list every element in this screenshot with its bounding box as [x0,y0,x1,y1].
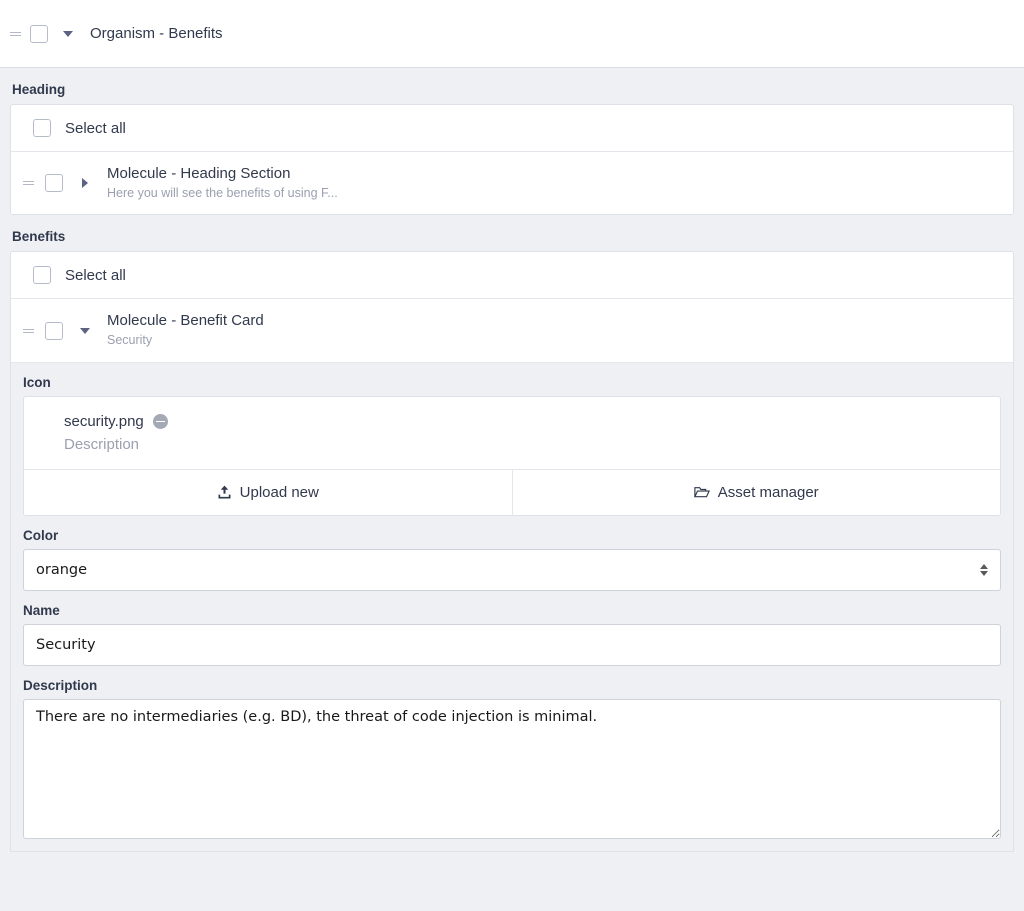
list-item-title: Molecule - Benefit Card [107,312,264,330]
chevron-right-icon[interactable] [75,173,95,193]
select-all-label-heading: Select all [65,119,126,137]
list-item[interactable]: Molecule - Heading Section Here you will… [11,152,1013,215]
asset-actions: Upload new Asset manager [24,468,1000,515]
list-item-title: Molecule - Heading Section [107,165,291,182]
select-all-label-benefits: Select all [65,266,126,284]
asset-description: Description [64,435,140,453]
field-label-icon: Icon [23,374,51,390]
group-heading: Heading Select all Molecule - Heading Se… [0,68,1024,216]
drag-handle-icon[interactable] [21,175,37,191]
drag-handle-icon[interactable] [8,26,24,42]
field-label-description: Description [23,677,98,693]
upload-icon [217,485,232,500]
asset-manager-label: Asset manager [717,483,819,501]
chevron-down-icon[interactable] [75,321,95,341]
color-select[interactable]: orange [23,548,1001,591]
upload-new-label: Upload new [239,483,319,501]
name-input[interactable] [23,623,1001,666]
organism-header-bar: Organism - Benefits [0,0,1024,68]
asset-field: security.png Description Upload new Asse… [23,395,1001,516]
organism-title: Organism - Benefits [90,25,223,42]
list-item-checkbox[interactable] [45,321,63,340]
description-textarea[interactable]: There are no intermediaries (e.g. BD), t… [23,698,1001,839]
asset-info: security.png Description [24,397,1000,469]
minus-circle-icon[interactable] [152,413,168,429]
group-benefits: Benefits Select all Molecule - Benefit C… [0,215,1024,363]
field-label-color: Color [23,527,59,543]
select-all-row-heading[interactable]: Select all [11,105,1013,152]
drag-handle-icon[interactable] [21,323,37,339]
upload-new-button[interactable]: Upload new [24,469,512,515]
group-label-heading: Heading [12,82,66,97]
asset-manager-button[interactable]: Asset manager [511,469,1000,515]
list-item-checkbox[interactable] [45,174,63,193]
heading-card: Select all Molecule - Heading Section He… [10,104,1014,216]
chevron-down-icon[interactable] [58,24,78,44]
organism-checkbox[interactable] [30,24,48,43]
group-label-benefits: Benefits [12,229,66,245]
select-all-row-benefits[interactable]: Select all [11,252,1013,300]
list-item-subtitle: Here you will see the benefits of using … [107,185,338,200]
select-all-checkbox-benefits[interactable] [33,266,51,285]
molecule-form-panel: Icon security.png Description Upload new [10,362,1014,852]
select-all-checkbox-heading[interactable] [33,119,51,137]
list-item[interactable]: Molecule - Benefit Card Security [11,299,1013,363]
field-label-name: Name [23,602,60,618]
benefits-card: Select all Molecule - Benefit Card Secur… [10,251,1014,363]
folder-icon [693,485,710,499]
list-item-subtitle: Security [107,333,153,348]
asset-filename: security.png [64,412,144,430]
